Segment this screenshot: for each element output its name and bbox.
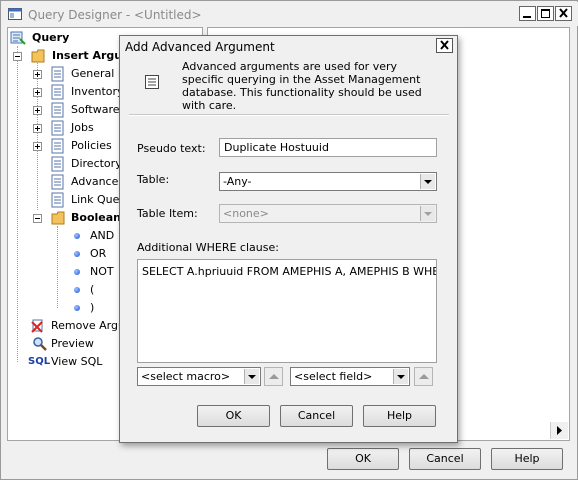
- expand-icon[interactable]: [33, 106, 42, 115]
- chevron-down-icon[interactable]: [244, 369, 259, 384]
- expand-icon[interactable]: [33, 124, 42, 133]
- expand-icon[interactable]: [33, 142, 42, 151]
- folder-icon: [51, 211, 65, 225]
- maximize-button[interactable]: [537, 6, 554, 21]
- main-ok-button[interactable]: OK: [327, 448, 399, 470]
- collapse-icon[interactable]: [33, 214, 42, 223]
- table-icon: [51, 120, 64, 136]
- tree-item-label: Software: [71, 103, 120, 116]
- where-clause-textarea[interactable]: SELECT A.hpriuuid FROM AMEPHIS A, AMEPHI…: [137, 259, 437, 363]
- query-icon: [10, 31, 26, 45]
- magnifier-icon: [33, 337, 47, 351]
- bullet-icon: [74, 233, 80, 239]
- table-select[interactable]: -Any-: [219, 172, 437, 191]
- close-icon: [559, 8, 568, 18]
- table-icon: [51, 66, 64, 82]
- dialog-help-button[interactable]: Help: [363, 405, 436, 427]
- tree-item-label: Jobs: [71, 121, 94, 134]
- tree-boolean-label: Boolean: [71, 211, 121, 224]
- main-window-title: Query Designer - <Untitled>: [28, 8, 202, 22]
- add-advanced-argument-dialog: Add Advanced Argument Advanced arguments…: [119, 35, 458, 443]
- macro-select[interactable]: <select macro>: [137, 367, 261, 386]
- macro-select-value: <select macro>: [141, 370, 231, 383]
- dialog-title: Add Advanced Argument: [125, 40, 275, 54]
- tree-boolean-label: ): [90, 301, 95, 314]
- expand-icon[interactable]: [33, 70, 42, 79]
- tree-item-label: Policies: [71, 139, 112, 152]
- folder-icon: [31, 49, 45, 63]
- expand-icon[interactable]: [33, 88, 42, 97]
- main-cancel-button[interactable]: Cancel: [409, 448, 481, 470]
- tree-preview-label: Preview: [51, 337, 94, 350]
- close-window-button[interactable]: [555, 6, 572, 21]
- table-icon: [51, 192, 64, 208]
- bullet-icon: [74, 251, 80, 257]
- minimize-icon: [523, 16, 531, 18]
- sql-icon: SQL: [28, 356, 51, 367]
- table-item-label: Table Item:: [137, 207, 198, 220]
- where-clause-label: Additional WHERE clause:: [137, 241, 279, 254]
- bullet-icon: [74, 269, 80, 275]
- insert-macro-button[interactable]: [264, 367, 283, 386]
- table-icon: [51, 174, 64, 190]
- bullet-icon: [74, 305, 80, 311]
- table-label: Table:: [137, 173, 170, 186]
- pseudo-text-label: Pseudo text:: [137, 142, 206, 155]
- close-icon: [440, 40, 449, 50]
- tree-boolean-label: AND: [90, 229, 115, 242]
- maximize-icon: [541, 9, 550, 18]
- tree-boolean-label: OR: [90, 247, 107, 260]
- table-icon: [51, 84, 64, 100]
- tree-boolean-label: NOT: [90, 265, 114, 278]
- main-help-button[interactable]: Help: [491, 448, 563, 470]
- main-titlebar[interactable]: Query Designer - <Untitled>: [2, 2, 578, 26]
- bullet-icon: [74, 287, 80, 293]
- dialog-close-button[interactable]: [436, 38, 453, 53]
- table-select-value: -Any-: [223, 175, 252, 188]
- scroll-right-button[interactable]: [550, 422, 568, 439]
- document-info-icon: [145, 75, 159, 89]
- minimize-button[interactable]: [519, 6, 536, 21]
- dialog-cancel-button[interactable]: Cancel: [280, 405, 353, 427]
- field-select[interactable]: <select field>: [290, 367, 410, 386]
- app-icon: [8, 8, 22, 20]
- tree-boolean-label: (: [90, 283, 95, 296]
- table-item-select: <none>: [219, 204, 437, 223]
- separator: [129, 114, 449, 116]
- table-icon: [51, 102, 64, 118]
- dialog-ok-button[interactable]: OK: [197, 405, 270, 427]
- tree-root-label: Query: [32, 31, 70, 44]
- tree-item-label: Inventory: [71, 85, 124, 98]
- dialog-info-text: Advanced arguments are used for very spe…: [182, 60, 422, 112]
- tree-view-sql-label: View SQL: [51, 355, 103, 368]
- table-icon: [51, 156, 64, 172]
- dialog-titlebar[interactable]: Add Advanced Argument: [120, 36, 457, 57]
- table-item-select-value: <none>: [223, 207, 269, 220]
- insert-field-button[interactable]: [414, 367, 433, 386]
- collapse-icon[interactable]: [13, 52, 22, 61]
- pseudo-text-input[interactable]: Duplicate Hostuuid: [219, 138, 437, 157]
- table-icon: [51, 138, 64, 154]
- chevron-down-icon[interactable]: [393, 369, 408, 384]
- remove-icon: [31, 319, 43, 333]
- chevron-down-icon: [420, 206, 435, 221]
- chevron-down-icon[interactable]: [420, 174, 435, 189]
- field-select-value: <select field>: [294, 370, 373, 383]
- scroll-right-icon: [557, 426, 562, 435]
- tree-item-label: Advanced: [71, 175, 126, 188]
